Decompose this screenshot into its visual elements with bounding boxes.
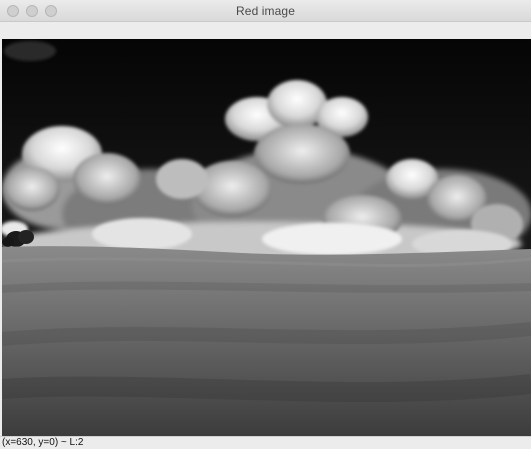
toolbar-area [0, 22, 531, 39]
image-canvas[interactable] [2, 39, 531, 436]
window-title: Red image [236, 4, 295, 18]
landscape-image [2, 39, 531, 436]
status-bar: (x=630, y=0) ~ L:2 [0, 436, 531, 449]
cursor-position-readout: (x=630, y=0) ~ L:2 [2, 437, 84, 448]
title-bar[interactable]: Red image [0, 0, 531, 22]
image-window: Red image (x=630, y=0) ~ L:2 [0, 0, 531, 449]
cloud-wisp [4, 41, 56, 61]
